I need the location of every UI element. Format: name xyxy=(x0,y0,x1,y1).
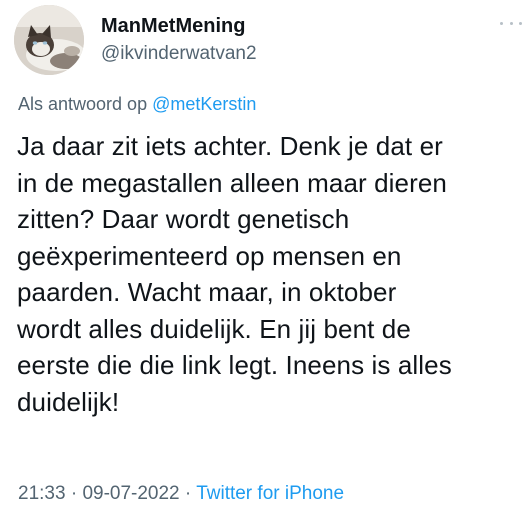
cat-avatar-icon xyxy=(14,5,84,75)
tweet-text-line: paarden. Wacht maar, in oktober xyxy=(17,277,397,307)
author-names: ManMetMening @ikvinderwatvan2 xyxy=(101,14,257,66)
dot-3 xyxy=(519,21,522,25)
tweet-text-line: zitten? Daar wordt genetisch xyxy=(17,204,350,234)
display-name[interactable]: ManMetMening xyxy=(101,14,257,38)
more-options-icon[interactable] xyxy=(500,18,522,28)
tweet-text-line: duidelijk! xyxy=(17,386,120,417)
tweet-time[interactable]: 21:33 xyxy=(18,483,66,504)
tweet-card: ManMetMening @ikvinderwatvan2 Als antwoo… xyxy=(0,0,528,513)
reply-prefix: Als antwoord op xyxy=(18,94,148,114)
tweet-text-line: wordt alles duidelijk. En jij bent de xyxy=(17,313,411,344)
separator: · xyxy=(184,483,192,504)
separator: · xyxy=(70,483,78,504)
tweet-meta: 21:33 · 09-07-2022 · Twitter for iPhone xyxy=(18,482,344,506)
tweet-text-line: eerste die die link legt. Ineens is alle… xyxy=(17,350,452,380)
tweet-source-link[interactable]: Twitter for iPhone xyxy=(196,483,344,504)
tweet-date[interactable]: 09-07-2022 xyxy=(82,483,179,504)
tweet-text-line: geëxperimenteerd op mensen en xyxy=(17,240,402,271)
reply-mention-link[interactable]: @metKerstin xyxy=(152,94,256,114)
avatar[interactable] xyxy=(14,5,84,75)
dot-2 xyxy=(509,21,513,25)
dot-1 xyxy=(500,21,503,25)
reply-context: Als antwoord op @metKerstin xyxy=(18,93,256,115)
tweet-text-line: in de megastallen alleen maar dieren xyxy=(17,167,447,198)
tweet-text: Ja daar zit iets achter. Denk je dat er … xyxy=(17,128,517,420)
user-handle[interactable]: @ikvinderwatvan2 xyxy=(101,42,257,66)
tweet-text-line: Ja daar zit iets achter. Denk je dat er xyxy=(17,131,443,161)
